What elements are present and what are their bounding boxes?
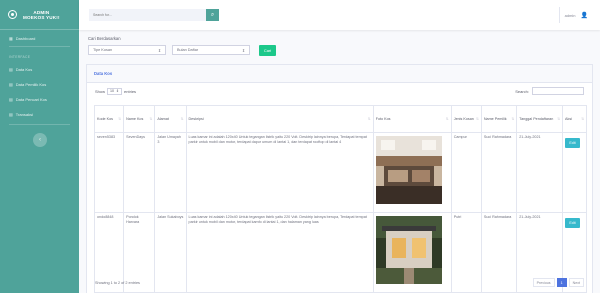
brand-text: ADMIN MOEKOS YUK!! [23, 10, 60, 20]
data-table: Kode Kos ⇅ Name Kos ⇅ Alamat ⇅ Deskripsi ⇅ F… [93, 105, 587, 293]
table-search-label: Search: [515, 88, 529, 94]
sort-icon: ⇅ [149, 117, 153, 121]
sort-icon: ⇅ [118, 117, 122, 121]
column-header[interactable]: Deskripsi ⇅ [185, 105, 374, 133]
table-info: Showing 1 to 2 of 2 entries [95, 280, 140, 285]
brand-logo-icon [8, 10, 17, 19]
sidebar: ADMIN MOEKOS YUK!! ▦ Dashboard INTERFACE… [0, 0, 79, 293]
kos-photo [375, 216, 442, 284]
table-icon: ▤ [9, 67, 13, 72]
chevron-updown-icon: ⇕ [157, 48, 161, 53]
column-header[interactable]: Kode Kos ⇅ [93, 105, 125, 133]
sidebar-item-label: Data Kos [15, 67, 33, 72]
type-select[interactable]: Tipe Kosan ⇕ [88, 45, 166, 55]
user-icon: 👤 [580, 12, 588, 19]
type-select-value: Tipe Kosan [93, 48, 113, 52]
table-icon: ▤ [9, 82, 13, 87]
sidebar-item-dashboard[interactable]: ▦ Dashboard [0, 31, 79, 46]
sort-icon: ⇅ [180, 117, 184, 121]
cari-button[interactable]: Cari [259, 45, 276, 56]
sort-icon: ⇅ [581, 117, 584, 121]
sidebar-item-label: Data Pencari Kos [15, 97, 47, 102]
sort-icon: ⇅ [367, 117, 371, 121]
kos-photo [375, 136, 442, 204]
sidebar-item-data-pemilik-kos[interactable]: ▤ Data Pemilik Kos [0, 77, 79, 92]
table-footer: Showing 1 to 2 of 2 entries Previous 1 N… [95, 278, 584, 287]
cell-aksi: Edit [562, 132, 587, 213]
chevron-updown-icon: ⇕ [116, 89, 120, 93]
filter-title: Cari Berdasarkan [88, 36, 121, 41]
search-button[interactable]: ⌕ [206, 9, 219, 21]
entries-value: 10 [110, 89, 115, 93]
column-header[interactable]: Tanggal Pendaftaran ⇅ [516, 105, 564, 133]
chevron-updown-icon: ⇕ [241, 48, 245, 53]
sort-icon: ⇅ [475, 117, 479, 121]
month-select-value: Bulan Daftar [177, 48, 199, 52]
column-header[interactable]: Alamat ⇅ [154, 105, 187, 133]
dashboard-icon: ▦ [9, 36, 13, 41]
topbar-divider [558, 7, 560, 23]
table-search-input[interactable] [532, 87, 584, 95]
edit-button[interactable]: Edit [565, 138, 581, 148]
cell-deskripsi: Luas kamar ini adalah 120x40 Untuk tegan… [185, 132, 374, 213]
brand-line-2: MOEKOS YUK!! [23, 14, 60, 20]
sidebar-item-label: Dashboard [15, 36, 36, 41]
column-header[interactable]: Foto Kos ⇅ [372, 105, 452, 133]
month-select[interactable]: Bulan Daftar ⇕ [172, 45, 250, 55]
chevron-left-icon: ‹ [39, 137, 41, 143]
card-title: Data Kos [94, 71, 113, 76]
table-row: seven5383 SevenDays Jalan Umayah 3 Luas … [93, 132, 587, 213]
cell-name: SevenDays [123, 132, 156, 213]
cell-tanggal: 21-July-2021 [516, 132, 564, 213]
cell-pemilik: Suci Rahmadara [480, 132, 518, 213]
sidebar-brand[interactable]: ADMIN MOEKOS YUK!! [0, 0, 79, 30]
show-label: Show [95, 88, 106, 94]
user-menu[interactable]: admin 👤 [558, 7, 588, 23]
entries-label: entries [124, 88, 137, 94]
sort-icon: ⇅ [557, 117, 561, 121]
column-header[interactable]: Aksi ⇅ [562, 105, 587, 133]
data-kos-card: Data Kos Show 10 ⇕ entries Search: Kode … [86, 64, 593, 293]
sidebar-item-data-pencari-kos[interactable]: ▤ Data Pencari Kos [0, 92, 79, 107]
search-input[interactable] [89, 9, 206, 21]
table-icon: ▤ [9, 112, 13, 117]
table-controls: Show 10 ⇕ entries Search: [87, 83, 592, 99]
sidebar-item-label: Transaksi [15, 112, 33, 117]
column-header[interactable]: Name Pemilik ⇅ [480, 105, 518, 133]
sort-icon: ⇅ [511, 117, 515, 121]
cell-foto [372, 132, 452, 213]
cell-jenis: Campur [450, 132, 482, 213]
sidebar-item-label: Data Pemilik Kos [15, 82, 47, 87]
pagination: Previous 1 Next [532, 278, 584, 287]
column-header[interactable]: Name Kos ⇅ [123, 105, 156, 133]
previous-button[interactable]: Previous [532, 278, 555, 287]
edit-button[interactable]: Edit [565, 218, 581, 228]
sidebar-heading: INTERFACE [9, 55, 31, 59]
sidebar-item-data-kos[interactable]: ▤ Data Kos [0, 62, 79, 77]
column-header[interactable]: Jenis Kosan ⇅ [450, 105, 482, 133]
sidebar-item-transaksi[interactable]: ▤ Transaksi [0, 107, 79, 122]
table-icon: ▤ [9, 97, 13, 102]
search-icon: ⌕ [210, 11, 215, 18]
sidebar-toggle-button[interactable]: ‹ [33, 133, 47, 147]
card-header: Data Kos [87, 65, 592, 83]
sort-icon: ⇅ [445, 117, 449, 121]
table-header-row: Kode Kos ⇅ Name Kos ⇅ Alamat ⇅ Deskripsi ⇅ F… [93, 105, 587, 133]
entries-select[interactable]: 10 ⇕ [107, 87, 123, 95]
page-1-button[interactable]: 1 [556, 278, 567, 287]
next-button[interactable]: Next [568, 278, 584, 287]
cell-alamat: Jalan Umayah 3 [154, 132, 187, 213]
sidebar-divider [9, 124, 70, 125]
topbar: ⌕ admin 👤 [79, 0, 600, 30]
cell-kode: seven5383 [93, 132, 125, 213]
user-name: admin [564, 12, 576, 18]
table-search: Search: [515, 87, 584, 95]
